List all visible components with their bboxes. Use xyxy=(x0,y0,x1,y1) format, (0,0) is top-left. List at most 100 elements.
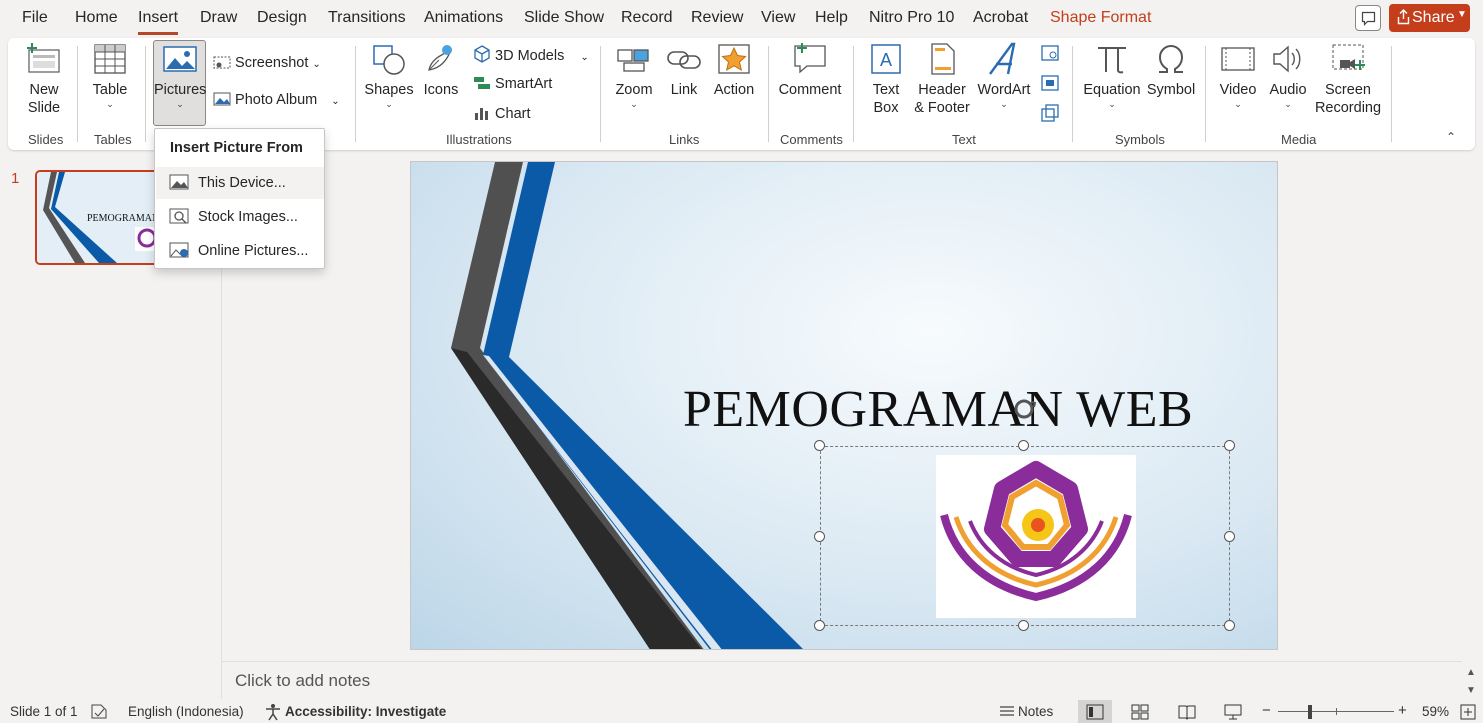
new-slide-button[interactable]: New Slide xyxy=(22,42,66,117)
header-footer-icon xyxy=(931,43,955,75)
menu-transitions[interactable]: Transitions xyxy=(328,9,406,27)
symbol-button[interactable]: Symbol xyxy=(1146,42,1196,99)
menu-draw[interactable]: Draw xyxy=(200,9,237,27)
slide-canvas[interactable]: PEMOGRAMAN WEB xyxy=(410,161,1278,650)
slide-sorter-icon[interactable] xyxy=(1131,704,1149,720)
resize-handle[interactable] xyxy=(814,620,825,631)
slideshow-view-icon[interactable] xyxy=(1224,704,1242,720)
text-box-button[interactable]: A Text Box xyxy=(864,42,908,117)
shapes-label: Shapes xyxy=(364,82,414,98)
share-button[interactable]: Share ▼ xyxy=(1389,4,1470,32)
stock-images-item[interactable]: Stock Images... xyxy=(156,201,324,233)
menu-slide-show[interactable]: Slide Show xyxy=(524,9,604,27)
accessibility-status[interactable]: Accessibility: Investigate xyxy=(285,704,446,719)
photo-album-icon xyxy=(213,92,231,106)
reading-view-icon[interactable] xyxy=(1178,704,1196,720)
notes-icon xyxy=(1000,706,1014,716)
fit-to-window-icon[interactable] xyxy=(1460,704,1476,720)
table-button[interactable]: Table ⌄ xyxy=(88,42,132,109)
menu-view[interactable]: View xyxy=(761,9,795,27)
inserted-picture[interactable] xyxy=(936,455,1136,618)
comments-button[interactable] xyxy=(1355,5,1381,31)
symbol-label: Symbol xyxy=(1146,82,1196,98)
resize-handle[interactable] xyxy=(1224,620,1235,631)
group-label-comments: Comments xyxy=(780,132,843,147)
rotate-handle-icon[interactable] xyxy=(1009,394,1039,424)
language-indicator[interactable]: English (Indonesia) xyxy=(128,704,244,719)
comment-button[interactable]: Comment xyxy=(776,42,844,99)
photo-album-button[interactable]: Photo Album ⌄ xyxy=(213,91,340,111)
menu-nitro[interactable]: Nitro Pro 10 xyxy=(869,9,954,27)
chart-button[interactable]: Chart xyxy=(473,105,531,123)
object-button[interactable] xyxy=(1040,104,1060,127)
resize-handle[interactable] xyxy=(1224,531,1235,542)
collapse-ribbon-icon[interactable]: ⌃ xyxy=(1446,130,1456,144)
group-label-media: Media xyxy=(1281,132,1317,147)
resize-handle[interactable] xyxy=(814,531,825,542)
chevron-down-icon: ⌄ xyxy=(331,96,340,107)
resize-handle[interactable] xyxy=(1224,440,1235,451)
menu-acrobat[interactable]: Acrobat xyxy=(973,9,1028,27)
resize-handle[interactable] xyxy=(1018,620,1029,631)
zoom-button[interactable]: Zoom ⌄ xyxy=(611,42,657,109)
spell-check-icon[interactable] xyxy=(90,703,108,720)
menu-shape-format[interactable]: Shape Format xyxy=(1050,9,1151,27)
menu-animations[interactable]: Animations xyxy=(424,9,503,27)
resize-handle[interactable] xyxy=(1018,440,1029,451)
menu-file[interactable]: File xyxy=(22,9,48,27)
action-label: Action xyxy=(713,82,755,98)
online-pictures-label: Online Pictures... xyxy=(198,243,309,259)
shapes-button[interactable]: Shapes ⌄ xyxy=(364,42,414,109)
zoom-out-icon[interactable]: − xyxy=(1262,702,1271,719)
3d-models-button[interactable]: 3D Models ⌄ xyxy=(473,45,589,67)
video-button[interactable]: Video ⌄ xyxy=(1214,42,1262,109)
screen-recording-button[interactable]: Screen Recording xyxy=(1314,42,1382,117)
shapes-icon xyxy=(373,45,405,75)
dropdown-title: Insert Picture From xyxy=(170,140,303,156)
this-device-item[interactable]: This Device... xyxy=(156,167,324,199)
pictures-button[interactable]: Pictures ⌄ xyxy=(154,42,206,109)
screenshot-button[interactable]: Screenshot ⌄ xyxy=(213,54,321,74)
notes-pane[interactable]: Click to add notes xyxy=(222,661,1462,699)
slide-title[interactable]: PEMOGRAMAN WEB xyxy=(683,380,1193,439)
icons-button[interactable]: Icons xyxy=(420,42,462,99)
pictures-icon xyxy=(163,46,197,72)
scroll-up-icon[interactable]: ▲ xyxy=(1466,667,1476,678)
header-footer-button[interactable]: Header & Footer xyxy=(911,42,973,117)
comment-icon xyxy=(794,43,826,74)
link-button[interactable]: Link xyxy=(663,42,705,99)
scroll-down-icon[interactable]: ▼ xyxy=(1466,685,1476,696)
zoom-in-icon[interactable]: + xyxy=(1398,702,1407,719)
resize-handle[interactable] xyxy=(814,440,825,451)
speaker-icon xyxy=(1273,45,1301,73)
zoom-icon xyxy=(617,49,649,72)
menu-record[interactable]: Record xyxy=(621,9,673,27)
text-box-label-2: Box xyxy=(873,100,899,116)
online-pictures-item[interactable]: Online Pictures... xyxy=(156,235,324,267)
group-separator xyxy=(355,46,356,142)
audio-button[interactable]: Audio ⌄ xyxy=(1266,42,1310,109)
menu-help[interactable]: Help xyxy=(815,9,848,27)
action-button[interactable]: Action xyxy=(711,42,757,99)
equation-button[interactable]: Equation ⌄ xyxy=(1082,42,1142,109)
zoom-level[interactable]: 59% xyxy=(1422,704,1449,719)
date-time-button[interactable] xyxy=(1040,44,1060,67)
group-separator xyxy=(1205,46,1206,142)
smartart-button[interactable]: SmartArt xyxy=(473,75,552,93)
slide-thumbnail[interactable]: PEMOGRAMAN xyxy=(35,170,165,265)
slide-number-button[interactable] xyxy=(1040,74,1060,97)
stock-images-icon xyxy=(169,208,189,224)
menu-design[interactable]: Design xyxy=(257,9,307,27)
new-slide-label-1: New xyxy=(29,82,59,98)
equation-label: Equation xyxy=(1083,82,1141,98)
menu-review[interactable]: Review xyxy=(691,9,743,27)
screenshot-icon xyxy=(213,56,231,69)
menu-insert[interactable]: Insert xyxy=(138,9,179,35)
menu-home[interactable]: Home xyxy=(75,9,118,27)
pictures-label: Pictures xyxy=(154,82,207,98)
video-icon xyxy=(1221,47,1255,71)
wordart-button[interactable]: WordArt ⌄ xyxy=(976,42,1032,109)
normal-view-button[interactable] xyxy=(1078,700,1112,723)
zoom-slider-thumb[interactable] xyxy=(1308,705,1312,719)
notes-toggle[interactable]: Notes xyxy=(1018,704,1053,719)
